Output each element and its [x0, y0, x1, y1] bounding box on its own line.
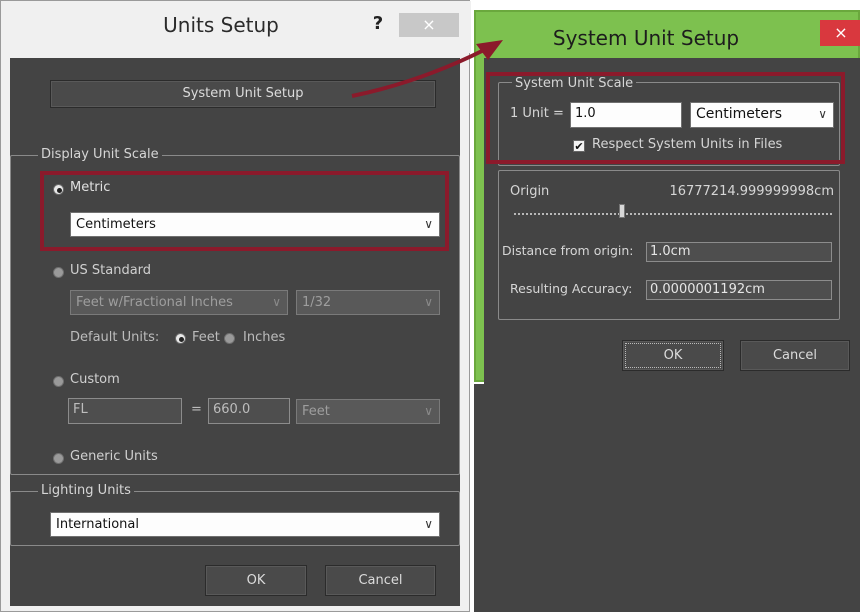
annotation-arrow — [351, 40, 503, 98]
arrow-line — [351, 48, 485, 98]
